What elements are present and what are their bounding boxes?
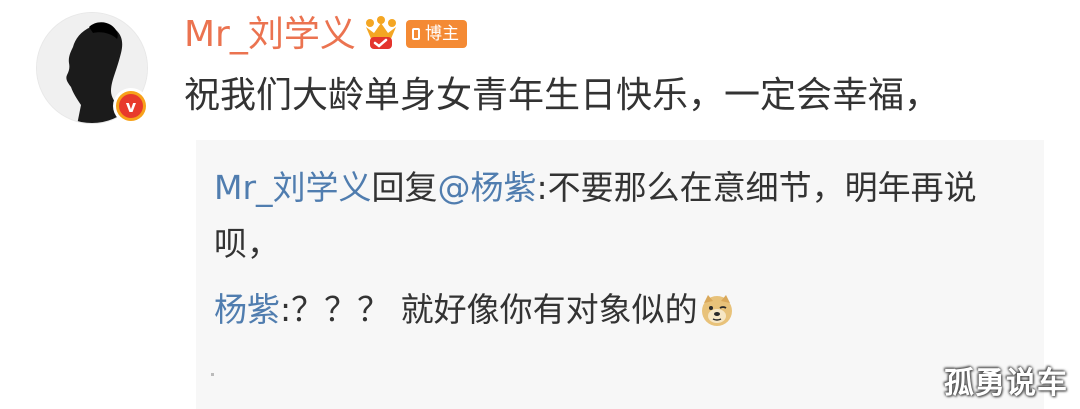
badge-icon <box>412 28 420 40</box>
watermark: 孤勇说车 <box>944 366 1068 401</box>
comment-text: 祝我们大龄单身女青年生日快乐，一定会幸福， <box>184 75 941 116</box>
reply-author-link[interactable]: Mr_刘学义 <box>214 168 372 207</box>
comment-card: v Mr_刘学义 博主 祝我们大龄单身女青年生日快乐，一定会幸福， Mr_刘学义… <box>0 0 1080 409</box>
crown-icon <box>366 16 396 49</box>
verified-v-icon: v <box>113 88 149 124</box>
blogger-badge: 博主 <box>406 20 467 48</box>
username-link[interactable]: Mr_刘学义 <box>184 12 356 58</box>
reply-text: ？？？ 就好像你有对象似的 <box>291 290 698 329</box>
reply-separator: : <box>536 168 548 207</box>
mention-link[interactable]: @杨紫 <box>438 168 537 207</box>
blogger-badge-label: 博主 <box>425 24 459 44</box>
reply-item: 杨紫:？？？ 就好像你有对象似的 <box>214 282 1026 338</box>
reply-connector: 回复 <box>371 168 438 207</box>
reply-thread: Mr_刘学义回复@杨紫:不要那么在意细节，明年再说呗， 杨紫:？？？ 就好像你有… <box>196 140 1044 409</box>
reply-author-link[interactable]: 杨紫 <box>214 290 280 329</box>
reply-item: Mr_刘学义回复@杨紫:不要那么在意细节，明年再说呗， <box>214 160 1026 272</box>
doge-icon <box>701 295 732 326</box>
dot-mark <box>211 373 214 376</box>
reply-separator: : <box>280 290 292 329</box>
